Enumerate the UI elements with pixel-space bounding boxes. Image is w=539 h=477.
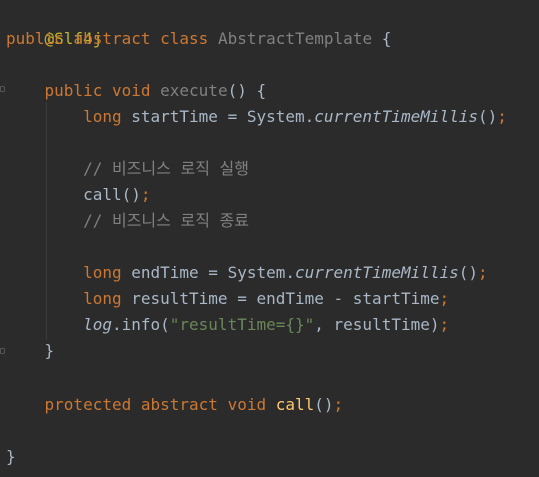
- class-name-token: AbstractTemplate: [217, 29, 373, 48]
- comment-token: // 비즈니스 로직 실행: [83, 159, 249, 178]
- code-line-call-decl: protected abstract void call();: [6, 392, 344, 418]
- keyword-token: void: [227, 395, 267, 414]
- semicolon-token: ;: [333, 395, 344, 414]
- keyword-token: abstract: [140, 395, 218, 414]
- semicolon-token: ;: [497, 107, 507, 126]
- parens-token: (): [478, 107, 498, 126]
- brace-token: }: [44, 341, 55, 360]
- semicolon-token: ;: [439, 315, 450, 334]
- keyword-token: public: [44, 81, 103, 100]
- code-line-result-time: long resultTime = endTime - startTime;: [6, 286, 449, 312]
- method-call-token: call: [83, 185, 122, 204]
- parens-token: (): [314, 395, 334, 414]
- code-line-class-decl: public abstract class AbstractTemplate {: [6, 26, 391, 52]
- method-name-token: execute: [160, 81, 228, 100]
- code-text-token: .info(: [111, 315, 170, 334]
- code-line-call: call();: [6, 182, 151, 208]
- code-line-execute-decl: public void execute() {: [6, 78, 267, 104]
- keyword-token: abstract: [73, 29, 151, 48]
- parens-token: (): [458, 263, 479, 282]
- type-token: long: [83, 107, 122, 126]
- type-token: long: [83, 263, 122, 282]
- code-editor[interactable]: @Slf4j public abstract class AbstractTem…: [0, 0, 539, 477]
- static-call-token: currentTimeMillis: [314, 107, 479, 126]
- code-text-token: resultTime = endTime - startTime: [131, 289, 440, 308]
- semicolon-token: ;: [478, 263, 488, 282]
- semicolon-token: ;: [439, 289, 450, 308]
- code-line-end-time: long endTime = System.currentTimeMillis(…: [6, 260, 488, 286]
- code-text-token: startTime = System.: [131, 107, 315, 126]
- fold-marker-icon[interactable]: [0, 86, 5, 92]
- static-call-token: currentTimeMillis: [295, 263, 459, 282]
- code-text-token: , resultTime): [314, 315, 440, 334]
- brace-token: {: [256, 81, 267, 100]
- brace-token: }: [6, 447, 16, 466]
- code-line-comment-end: // 비즈니스 로직 종료: [6, 208, 249, 234]
- comment-token: // 비즈니스 로직 종료: [83, 211, 249, 230]
- keyword-token: protected: [44, 395, 132, 414]
- code-line-close-class: }: [6, 444, 16, 470]
- keyword-token: public: [6, 29, 64, 48]
- code-line-close-method: }: [6, 338, 55, 364]
- keyword-token: class: [160, 29, 209, 48]
- code-line-annotation: @Slf4j: [6, 0, 103, 48]
- method-name-token: call: [275, 395, 315, 414]
- log-field-token: log: [83, 315, 112, 334]
- fold-marker-icon[interactable]: [0, 348, 5, 354]
- string-token: "resultTime={}": [169, 315, 315, 334]
- code-line-start-time: long startTime = System.currentTimeMilli…: [6, 104, 507, 130]
- code-line-comment-start: // 비즈니스 로직 실행: [6, 156, 249, 182]
- parens-token: (): [227, 81, 247, 100]
- type-token: long: [83, 289, 122, 308]
- parens-token: (): [121, 185, 141, 204]
- semicolon-token: ;: [140, 185, 151, 204]
- brace-token: {: [381, 29, 392, 48]
- keyword-token: void: [111, 81, 151, 100]
- code-text-token: endTime = System.: [131, 263, 295, 282]
- code-line-log: log.info("resultTime={}", resultTime);: [6, 312, 449, 338]
